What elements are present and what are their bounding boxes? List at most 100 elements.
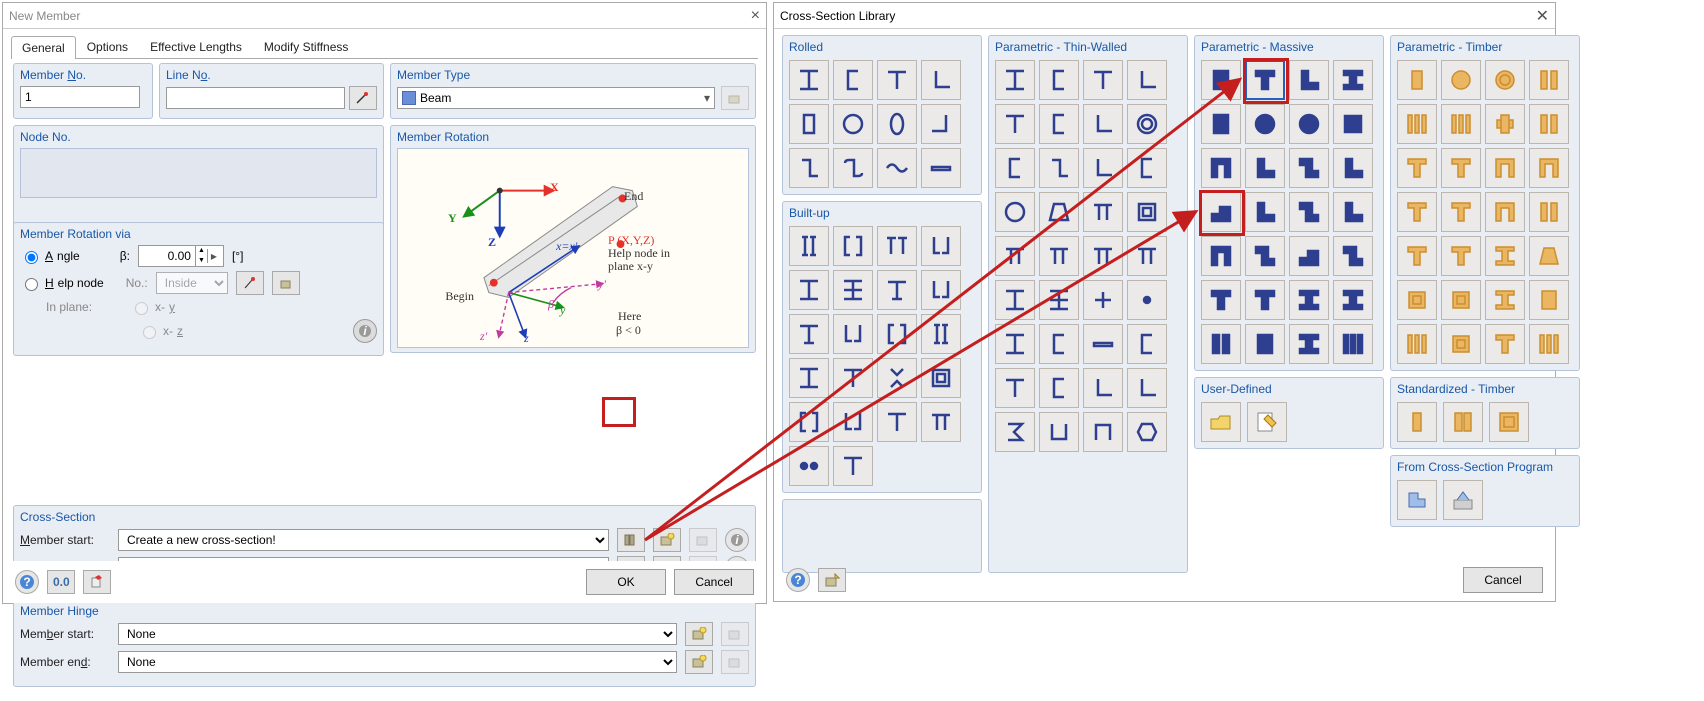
help-node-radio[interactable]: Help node (20, 275, 104, 291)
shape-grid-thin-22[interactable] (1083, 280, 1123, 320)
shape-grid-thin-6[interactable] (1083, 104, 1123, 144)
hinge-end-select[interactable]: None (118, 651, 677, 673)
shape-grid-massive-21[interactable] (1245, 280, 1285, 320)
shape-grid-thin-10[interactable] (1083, 148, 1123, 188)
shape-grid-built-21[interactable] (833, 446, 873, 486)
shape-grid-timber-18[interactable] (1485, 236, 1525, 276)
shape-grid-rolled-1[interactable] (833, 60, 873, 100)
tab-options[interactable]: Options (76, 35, 139, 58)
shape-grid-timber-26[interactable] (1485, 324, 1525, 364)
shape-grid-built-19[interactable] (921, 402, 961, 442)
shape-grid-massive-1[interactable] (1245, 60, 1285, 100)
new-hinge-start-button[interactable] (685, 622, 713, 646)
shape-grid-massive-15[interactable] (1333, 192, 1373, 232)
shape-grid-timber-8[interactable] (1397, 148, 1437, 188)
shape-grid-massive-25[interactable] (1245, 324, 1285, 364)
units-button[interactable]: 0.00 (47, 570, 75, 594)
std-double-button[interactable] (1443, 402, 1483, 442)
shape-grid-rolled-7[interactable] (921, 104, 961, 144)
shape-grid-thin-9[interactable] (1039, 148, 1079, 188)
shape-grid-built-2[interactable] (877, 226, 917, 266)
shape-grid-timber-6[interactable] (1485, 104, 1525, 144)
shape-grid-massive-16[interactable] (1201, 236, 1241, 276)
pick-line-button[interactable] (349, 86, 377, 110)
shape-grid-thin-17[interactable] (1039, 236, 1079, 276)
help-button[interactable]: ? (786, 568, 810, 592)
shape-grid-timber-27[interactable] (1529, 324, 1569, 364)
close-icon[interactable]: ✕ (1536, 6, 1549, 26)
shape-grid-thin-7[interactable] (1127, 104, 1167, 144)
angle-input[interactable] (139, 246, 195, 266)
shape-grid-thin-15[interactable] (1127, 192, 1167, 232)
shape-grid-massive-23[interactable] (1333, 280, 1373, 320)
defaults-button[interactable] (83, 570, 111, 594)
shape-grid-timber-21[interactable] (1441, 280, 1481, 320)
shape-grid-timber-20[interactable] (1397, 280, 1437, 320)
shape-grid-massive-2[interactable] (1289, 60, 1329, 100)
shape-grid-timber-15[interactable] (1529, 192, 1569, 232)
shape-grid-built-0[interactable] (789, 226, 829, 266)
shape-grid-rolled-5[interactable] (833, 104, 873, 144)
tab-modify-stiffness[interactable]: Modify Stiffness (253, 35, 359, 58)
angle-radio[interactable]: Angle (20, 248, 80, 264)
shape-grid-timber-22[interactable] (1485, 280, 1525, 320)
shape-grid-built-9[interactable] (833, 314, 873, 354)
shape-grid-thin-12[interactable] (995, 192, 1035, 232)
shape-grid-timber-11[interactable] (1529, 148, 1569, 188)
shape-grid-built-1[interactable] (833, 226, 873, 266)
member-no-input[interactable] (20, 86, 140, 108)
shape-grid-massive-14[interactable] (1289, 192, 1329, 232)
shape-grid-timber-5[interactable] (1441, 104, 1481, 144)
line-no-input[interactable] (166, 87, 345, 109)
tab-general[interactable]: General (11, 36, 76, 59)
shape-grid-thin-4[interactable] (995, 104, 1035, 144)
shape-grid-built-11[interactable] (921, 314, 961, 354)
shape-grid-massive-6[interactable] (1289, 104, 1329, 144)
shape-grid-massive-27[interactable] (1333, 324, 1373, 364)
spin-down-icon[interactable]: ▼ (196, 256, 207, 266)
shape-grid-massive-24[interactable] (1201, 324, 1241, 364)
shape-grid-built-14[interactable] (877, 358, 917, 398)
shape-grid-thin-3[interactable] (1127, 60, 1167, 100)
shape-grid-rolled-0[interactable] (789, 60, 829, 100)
shape-grid-timber-4[interactable] (1397, 104, 1437, 144)
shape-grid-thin-5[interactable] (1039, 104, 1079, 144)
cs-start-info-button[interactable]: i (725, 528, 749, 552)
cancel-button[interactable]: Cancel (674, 569, 754, 595)
shape-grid-rolled-6[interactable] (877, 104, 917, 144)
shape-grid-thin-2[interactable] (1083, 60, 1123, 100)
user-open-button[interactable] (1201, 402, 1241, 442)
shape-grid-thin-13[interactable] (1039, 192, 1079, 232)
shape-grid-thin-0[interactable] (995, 60, 1035, 100)
shape-grid-thin-34[interactable] (1083, 412, 1123, 452)
shape-grid-built-4[interactable] (789, 270, 829, 310)
shape-grid-thin-32[interactable] (995, 412, 1035, 452)
shape-grid-thin-19[interactable] (1127, 236, 1167, 276)
shape-grid-thin-1[interactable] (1039, 60, 1079, 100)
shape-grid-timber-13[interactable] (1441, 192, 1481, 232)
cs-start-select[interactable]: Create a new cross-section! (118, 529, 609, 551)
shape-grid-built-7[interactable] (921, 270, 961, 310)
shape-grid-thin-31[interactable] (1127, 368, 1167, 408)
shape-grid-rolled-8[interactable] (789, 148, 829, 188)
close-icon[interactable]: × (751, 7, 760, 25)
shape-grid-thin-20[interactable] (995, 280, 1035, 320)
shape-grid-massive-18[interactable] (1289, 236, 1329, 276)
new-cs-start-button[interactable] (653, 528, 681, 552)
shape-grid-built-10[interactable] (877, 314, 917, 354)
shape-grid-rolled-3[interactable] (921, 60, 961, 100)
shape-grid-built-6[interactable] (877, 270, 917, 310)
shape-grid-thin-30[interactable] (1083, 368, 1123, 408)
shape-grid-timber-2[interactable] (1485, 60, 1525, 100)
shape-grid-massive-13[interactable] (1245, 192, 1285, 232)
shape-grid-massive-7[interactable] (1333, 104, 1373, 144)
shape-grid-massive-12[interactable] (1201, 192, 1241, 232)
shape-grid-timber-7[interactable] (1529, 104, 1569, 144)
shape-grid-rolled-2[interactable] (877, 60, 917, 100)
shape-grid-timber-19[interactable] (1529, 236, 1569, 276)
shape-grid-thin-33[interactable] (1039, 412, 1079, 452)
shape-grid-rolled-4[interactable] (789, 104, 829, 144)
shape-grid-thin-28[interactable] (995, 368, 1035, 408)
shape-grid-thin-29[interactable] (1039, 368, 1079, 408)
shape-grid-built-15[interactable] (921, 358, 961, 398)
